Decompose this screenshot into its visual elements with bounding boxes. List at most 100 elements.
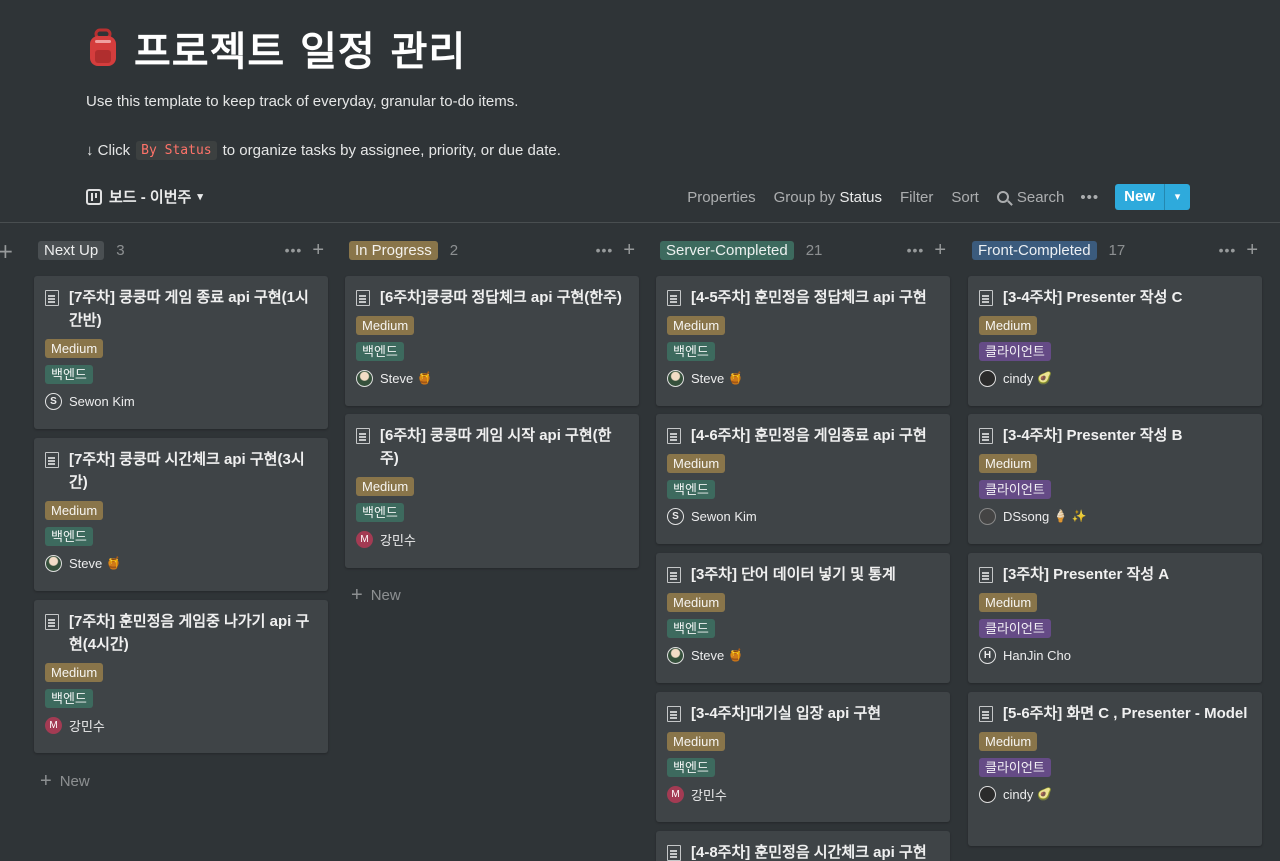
- task-card[interactable]: [4-6주차] 훈민정음 게임종료 api 구현 Medium 백엔드 S Sewon …: [656, 414, 950, 544]
- card-title: [3-4주차]대기실 입장 api 구현: [691, 705, 882, 722]
- card-title-row: [4-5주차] 훈민정음 정답체크 api 구현: [667, 286, 939, 309]
- card-title: [7주차] 쿵쿵따 게임 종료 api 구현(1시간반): [69, 289, 309, 329]
- assignee-emoji: 🍯: [106, 556, 122, 570]
- add-icon[interactable]: +: [623, 239, 635, 262]
- column-tools: ••• +: [1219, 239, 1262, 262]
- page-icon: [45, 290, 59, 306]
- column-title[interactable]: Server-Completed: [660, 240, 794, 260]
- card-title: [6주차]쿵쿵따 정답체크 api 구현(한주): [380, 289, 622, 306]
- more-icon[interactable]: •••: [1080, 189, 1099, 206]
- more-icon[interactable]: •••: [907, 242, 925, 258]
- task-card[interactable]: [3-4주차] Presenter 작성 B Medium 클라이언트 DSsong 🍦…: [968, 414, 1262, 544]
- column-title[interactable]: Front-Completed: [972, 240, 1097, 260]
- card-tags: Medium 백엔드: [45, 656, 317, 708]
- card-title: [7주차] 훈민정음 게임중 나가기 api 구현(4시간): [69, 613, 310, 653]
- add-card-button[interactable]: + New: [351, 584, 401, 607]
- priority-tag: Medium: [979, 732, 1038, 751]
- category-tag: 백엔드: [356, 503, 404, 522]
- new-button[interactable]: New: [1115, 184, 1164, 210]
- task-card[interactable]: [3주차] Presenter 작성 A Medium 클라이언트 H HanJin C…: [968, 553, 1262, 683]
- card-title: [4-5주차] 훈민정음 정답체크 api 구현: [691, 289, 927, 306]
- properties-button[interactable]: Properties: [687, 189, 755, 206]
- board-column: Next Up 3 ••• +: [34, 236, 328, 264]
- avatar: M: [356, 530, 373, 548]
- assignee-name: Steve: [69, 555, 103, 571]
- category-tag: 백엔드: [356, 342, 404, 361]
- assignee-name: Steve: [691, 647, 725, 663]
- search-icon: [996, 191, 1009, 203]
- card-tags: Medium 클라이언트: [979, 309, 1251, 361]
- category-tag: 백엔드: [45, 365, 93, 384]
- column-header: Front-Completed 17 ••• +: [968, 236, 1262, 264]
- column-count: 21: [805, 241, 823, 259]
- page-icon: [45, 614, 59, 630]
- search-button[interactable]: Search: [996, 189, 1064, 206]
- task-card[interactable]: [4-5주차] 훈민정음 정답체크 api 구현 Medium 백엔드 Steve 🍯: [656, 276, 950, 406]
- group-by-label: Group by: [773, 188, 836, 206]
- card-tags: Medium 백엔드: [667, 586, 939, 638]
- card-title-row: [3주차] Presenter 작성 A: [979, 563, 1251, 586]
- card-title-row: [4-8주차] 훈민정음 시간체크 api 구현: [667, 841, 939, 861]
- add-icon[interactable]: +: [934, 239, 946, 262]
- group-by-button[interactable]: Group by Status: [774, 189, 882, 206]
- priority-tag: Medium: [45, 663, 104, 682]
- sort-button[interactable]: Sort: [951, 189, 979, 206]
- card-tags: Medium 클라이언트: [979, 586, 1251, 638]
- column-count: 3: [116, 241, 125, 259]
- task-card[interactable]: [7주차] 훈민정음 게임중 나가기 api 구현(4시간) Medium 백엔드 M…: [34, 600, 328, 753]
- card-tags: Medium 클라이언트: [979, 725, 1251, 777]
- priority-tag: Medium: [667, 593, 726, 612]
- page-title[interactable]: 프로젝트 일정 관리: [134, 19, 466, 77]
- card-title: [4-8주차] 훈민정음 시간체크 api 구현: [691, 844, 927, 861]
- avatar: [45, 554, 62, 572]
- task-card[interactable]: [7주차] 쿵쿵따 게임 종료 api 구현(1시간반) Medium 백엔드 S Se…: [34, 276, 328, 429]
- add-group-icon[interactable]: +: [0, 239, 14, 263]
- add-icon[interactable]: +: [1246, 239, 1258, 262]
- assignee: M 강민수: [356, 530, 628, 548]
- task-card[interactable]: [6주차]쿵쿵따 정답체크 api 구현(한주) Medium 백엔드 Steve 🍯: [345, 276, 639, 406]
- hint-prefix: ↓ Click: [86, 142, 131, 159]
- task-card[interactable]: [7주차] 쿵쿵따 시간체크 api 구현(3시간) Medium 백엔드 Steve…: [34, 438, 328, 591]
- page-icon: [667, 845, 681, 861]
- category-tag: 백엔드: [45, 527, 93, 546]
- assignee-name: Sewon Kim: [691, 508, 757, 524]
- avatar: M: [45, 716, 62, 734]
- task-card[interactable]: [4-8주차] 훈민정음 시간체크 api 구현: [656, 831, 950, 861]
- page-description: Use this template to keep track of every…: [86, 93, 519, 110]
- card-title-row: [3-4주차] Presenter 작성 B: [979, 424, 1251, 447]
- filter-button[interactable]: Filter: [900, 189, 933, 206]
- assignee: Steve 🍯: [356, 369, 628, 387]
- card-title-row: [3-4주차]대기실 입장 api 구현: [667, 702, 939, 725]
- column-header: Next Up 3 ••• +: [34, 236, 328, 264]
- hint-text: ↓ Click By Status to organize tasks by a…: [86, 141, 561, 160]
- assignee: Steve 🍯: [667, 369, 939, 387]
- category-tag: 백엔드: [667, 342, 715, 361]
- view-selector[interactable]: 보드 - 이번주 ▾: [86, 186, 203, 207]
- inline-code: By Status: [136, 141, 217, 160]
- card-title: [3주차] Presenter 작성 A: [1003, 566, 1170, 583]
- task-card[interactable]: [6주차] 쿵쿵따 게임 시작 api 구현(한주) Medium 백엔드 M 강민수: [345, 414, 639, 568]
- task-card[interactable]: [3-4주차]대기실 입장 api 구현 Medium 백엔드 M 강민수: [656, 692, 950, 822]
- task-card[interactable]: [5-6주차] 화면 C , Presenter - Model Medium 클라…: [968, 692, 1262, 846]
- chevron-down-icon[interactable]: ▾: [1164, 184, 1190, 210]
- priority-tag: Medium: [356, 316, 415, 335]
- add-icon[interactable]: +: [312, 239, 324, 262]
- board-column: Server-Completed 21 ••• +: [656, 236, 950, 264]
- task-card[interactable]: [3-4주차] Presenter 작성 C Medium 클라이언트 cindy 🥑: [968, 276, 1262, 406]
- card-title-row: [7주차] 쿵쿵따 게임 종료 api 구현(1시간반): [45, 286, 317, 332]
- column-title[interactable]: In Progress: [349, 240, 438, 260]
- task-card[interactable]: [3주차] 단어 데이터 넣기 및 통계 Medium 백엔드 Steve 🍯: [656, 553, 950, 683]
- assignee: M 강민수: [45, 716, 317, 734]
- card-tags: Medium 백엔드: [356, 309, 628, 361]
- category-tag: 클라이언트: [979, 619, 1051, 638]
- column-title[interactable]: Next Up: [38, 240, 105, 260]
- category-tag: 백엔드: [45, 689, 93, 708]
- add-card-label: New: [370, 587, 401, 604]
- more-icon[interactable]: •••: [596, 242, 614, 258]
- more-icon[interactable]: •••: [285, 242, 303, 258]
- group-by-value: Status: [839, 188, 882, 206]
- more-icon[interactable]: •••: [1219, 242, 1237, 258]
- category-tag: 클라이언트: [979, 480, 1051, 499]
- add-card-button[interactable]: + New: [40, 770, 90, 793]
- backpack-icon[interactable]: [86, 28, 120, 68]
